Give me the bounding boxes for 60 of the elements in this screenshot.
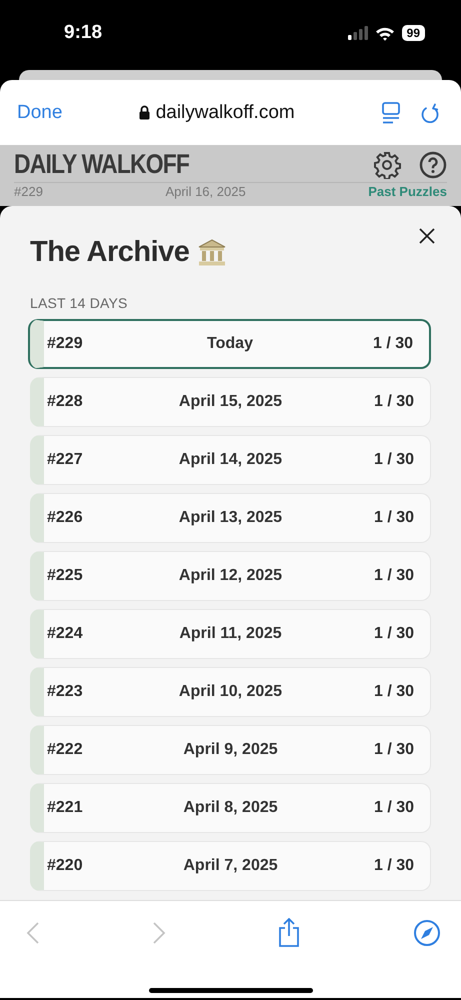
row-date: April 11, 2025 [178, 625, 283, 643]
battery-level: 99 [402, 25, 425, 41]
url-text[interactable]: dailywalkoff.com [156, 102, 295, 124]
row-number: #223 [47, 683, 84, 701]
row-date: April 13, 2025 [178, 509, 284, 527]
puzzle-row[interactable]: #221 April 8, 2025 1 / 30 [30, 783, 431, 833]
row-score: 1 / 30 [372, 509, 414, 527]
puzzle-row[interactable]: #222 April 9, 2025 1 / 30 [30, 725, 431, 775]
row-number: #222 [47, 741, 84, 759]
row-score: 1 / 30 [372, 799, 414, 817]
row-number: #229 [47, 335, 84, 353]
row-date: April 9, 2025 [182, 741, 279, 759]
row-number: #221 [47, 799, 84, 817]
row-score: 1 / 30 [372, 741, 414, 759]
puzzle-row[interactable]: #220 April 7, 2025 1 / 30 [30, 841, 431, 891]
puzzle-row[interactable]: #228 April 15, 2025 1 / 30 [30, 377, 431, 427]
row-score: 1 / 30 [372, 335, 413, 353]
modal-title: The Archive [30, 236, 190, 269]
row-score: 1 / 30 [372, 857, 414, 875]
puzzle-row[interactable]: #229 Today 1 / 30 [30, 319, 431, 369]
share-icon[interactable] [277, 918, 302, 948]
row-number: #225 [47, 567, 84, 585]
row-number: #224 [47, 625, 84, 643]
signal-icon [348, 26, 368, 40]
row-number: #228 [47, 393, 84, 411]
lock-icon [138, 105, 150, 120]
row-score: 1 / 30 [372, 451, 414, 469]
building-icon [197, 238, 228, 268]
row-date: April 14, 2025 [178, 451, 284, 469]
row-date: April 8, 2025 [182, 799, 279, 817]
puzzle-row[interactable]: #225 April 12, 2025 1 / 30 [30, 551, 431, 601]
row-date: April 12, 2025 [178, 567, 284, 585]
puzzle-row[interactable]: #227 April 14, 2025 1 / 30 [30, 435, 431, 485]
done-button[interactable]: Done [0, 102, 62, 124]
puzzle-date: April 16, 2025 [165, 184, 246, 199]
row-date: April 10, 2025 [178, 683, 284, 701]
row-number: #220 [47, 857, 84, 875]
row-score: 1 / 30 [372, 393, 414, 411]
row-score: 1 / 30 [372, 683, 414, 701]
row-date: April 15, 2025 [178, 393, 284, 411]
wifi-icon [374, 26, 395, 40]
row-date: Today [206, 335, 254, 353]
help-icon[interactable] [419, 150, 447, 178]
site-title: DAILY WALKOFF [14, 149, 190, 180]
puzzle-row[interactable]: #223 April 10, 2025 1 / 30 [30, 667, 431, 717]
reader-icon[interactable] [381, 102, 401, 124]
reload-icon[interactable] [421, 102, 441, 124]
clock-time: 9:18 [64, 22, 102, 44]
section-label: LAST 14 DAYS [30, 295, 129, 311]
row-number: #226 [47, 509, 84, 527]
row-score: 1 / 30 [372, 625, 414, 643]
puzzle-number: #229 [14, 184, 43, 199]
close-icon[interactable] [419, 228, 435, 244]
compass-icon[interactable] [412, 919, 441, 947]
settings-icon[interactable] [373, 150, 401, 178]
puzzle-row[interactable]: #226 April 13, 2025 1 / 30 [30, 493, 431, 543]
row-date: April 7, 2025 [182, 857, 279, 875]
row-number: #227 [47, 451, 84, 469]
row-score: 1 / 30 [372, 567, 414, 585]
puzzle-row[interactable]: #224 April 11, 2025 1 / 30 [30, 609, 431, 659]
